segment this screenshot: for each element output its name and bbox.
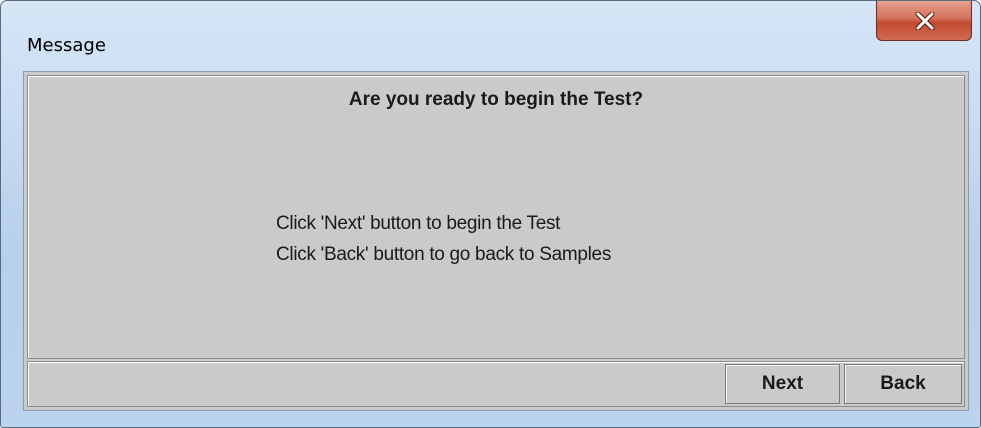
window-title: Message — [27, 35, 106, 56]
message-panel: Are you ready to begin the Test? Click '… — [27, 75, 965, 359]
next-button[interactable]: Next — [725, 364, 840, 404]
dialog-client-area: Are you ready to begin the Test? Click '… — [23, 71, 969, 411]
close-button[interactable] — [876, 1, 972, 41]
button-bar: Next Back — [27, 361, 965, 407]
message-dialog-window: Message Are you ready to begin the Test?… — [0, 0, 981, 428]
instruction-next: Click 'Next' button to begin the Test — [276, 213, 561, 234]
back-button[interactable]: Back — [844, 364, 962, 404]
instruction-back: Click 'Back' button to go back to Sample… — [276, 244, 612, 265]
dialog-heading: Are you ready to begin the Test? — [348, 89, 644, 110]
close-x-icon — [915, 12, 935, 30]
title-bar[interactable]: Message — [1, 1, 980, 71]
